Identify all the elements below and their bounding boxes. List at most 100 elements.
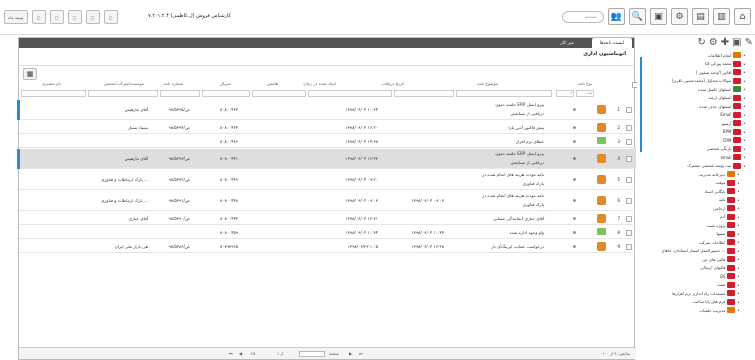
col-created[interactable]: ایجاد شده در زمان [303, 81, 336, 86]
chart-icon[interactable]: ▥ [713, 8, 730, 25]
document-icon[interactable]: ▤ [692, 8, 709, 25]
table-row[interactable]: 2 ⊕ پیش فاکتور آذین پارا ۱۳۹۸/۰۶/۰۴ ۱۶:۲۰ ۸۰… [19, 121, 636, 134]
expand-icon[interactable]: ◂ [737, 274, 739, 278]
sidebar-item[interactable]: بایگانی اسناد ◂ [704, 187, 739, 195]
pager-next-icon[interactable]: ▶ [349, 351, 352, 356]
row-subject[interactable]: درخواست حمایت ایرینگ‌آی باز [491, 244, 544, 249]
sidebar-item[interactable]: پروژه تست ◂ [706, 221, 739, 229]
row-subject[interactable]: عطای نرم افزار [516, 139, 544, 144]
table-row[interactable]: 8 ⊕ واو وجوه اداره شده ۱۳۹۸/۰۶/۰۴ ۱۰:۳۴ ۱۳۹۸… [19, 226, 636, 239]
expand-icon[interactable]: ◂ [737, 206, 739, 210]
row-subject[interactable]: نامه مودت هزینه های انجام شده در [482, 172, 544, 177]
attachment-icon[interactable]: ⊕ [572, 139, 576, 144]
col-customer[interactable]: نام مشتری [42, 81, 61, 86]
created-filter[interactable] [308, 90, 392, 97]
expand-icon[interactable]: ◂ [737, 257, 739, 261]
number-filter[interactable] [160, 90, 200, 97]
row-subject[interactable]: پیش فاکتور آذین پارا [509, 125, 545, 130]
attachment-icon[interactable]: ⊕ [572, 244, 576, 249]
sidebar-item[interactable]: مستندات راه اندازی نرم افزارها ◂ [672, 289, 739, 297]
row-checkbox[interactable] [626, 156, 632, 162]
pager-last-icon[interactable]: ⏭ [359, 351, 363, 356]
sidebar-item[interactable]: تستها ◂ [717, 230, 739, 238]
expand-icon[interactable]: ◂ [743, 96, 745, 100]
expand-icon[interactable]: ◂ [743, 62, 745, 66]
pager-first-icon[interactable]: ⏮ [229, 351, 233, 356]
sidebar-item[interactable]: دبیرخانه مدیریت ◂ [698, 170, 739, 178]
expand-icon[interactable]: ◂ [743, 147, 745, 151]
expand-icon[interactable]: ◂ [737, 181, 739, 185]
context-button[interactable]: بوتينة ماه [4, 10, 28, 24]
pager-size-select[interactable]: ۲۵ [251, 351, 255, 356]
sidebar-item[interactable]: ثبت پوشه شخصی مشترک ◂ [687, 162, 745, 170]
sidebar-item[interactable]: ایمیلهای تکمیل شده ◂ [698, 85, 745, 93]
row-checkbox[interactable] [626, 243, 632, 250]
col-subject[interactable]: موضوع نامه [477, 81, 498, 86]
customer-filter[interactable] [21, 90, 86, 97]
attachment-icon[interactable]: ⊕ [572, 177, 576, 182]
expand-icon[interactable]: ◂ [743, 104, 745, 108]
attachment-icon[interactable]: ⊕ [572, 125, 576, 130]
sidebar-item[interactable]: آرشیو ◂ [722, 119, 745, 127]
row-checkbox[interactable] [626, 215, 632, 222]
expand-icon[interactable]: ◂ [737, 232, 739, 236]
gear-icon[interactable]: ⚙ [671, 8, 688, 25]
expand-icon[interactable]: ◂ [737, 308, 739, 312]
tab-desk[interactable]: میز کار [552, 38, 582, 48]
sidebar-item[interactable]: فرم های پایا ساخت ◂ [693, 298, 739, 306]
sidebar-item[interactable]: BS ◂ [720, 272, 739, 280]
subject-filter[interactable] [456, 90, 552, 97]
row-subject[interactable]: واو وجوه اداره شده [510, 230, 544, 235]
expand-icon[interactable]: ◂ [737, 172, 739, 176]
settings-icon[interactable]: ⚙ [709, 37, 718, 48]
search-icon[interactable]: 🔍 [629, 8, 646, 25]
table-row[interactable]: 5 ⊕ نامه مودت هزینه های انجام شده در پارک ف… [19, 170, 636, 190]
expand-icon[interactable]: ◂ [743, 113, 745, 117]
row-checkbox[interactable] [626, 177, 632, 183]
search-input[interactable]: جستجو [562, 10, 604, 23]
expand-icon[interactable]: ◂ [737, 189, 739, 193]
row-checkbox[interactable] [626, 107, 632, 113]
sidebar-item[interactable]: ارجاعی ◂ [713, 204, 739, 212]
table-row[interactable]: 3 ⊕ عطای نرم افزار ۱۳۹۸/۰۶/۰۴ ۱۴:۳۸ ۸۰۸۰۰۴۳۶ [19, 135, 636, 148]
expand-icon[interactable]: ◂ [737, 283, 739, 287]
expand-icon[interactable]: ◂ [743, 130, 745, 134]
col-company[interactable]: موسسه/شرکت/شخص [104, 81, 144, 86]
sidebar-item[interactable]: BPM ◂ [723, 128, 745, 136]
tab-letters-list[interactable]: لیست نامه‌ها [591, 38, 632, 48]
refresh-icon[interactable]: ↻ [697, 37, 705, 48]
sidebar-item[interactable]: اقاص (/وحید صفوی ) ◂ [696, 68, 745, 76]
sidebar-item[interactable]: email ◂ [720, 153, 745, 161]
row-subject[interactable]: جلسه دمون ERP پیرو ایمیل [495, 102, 544, 107]
company-filter[interactable] [88, 90, 158, 97]
expand-icon[interactable]: ◂ [737, 300, 739, 304]
toolbar-button-4[interactable]: ▢ [85, 10, 100, 24]
sidebar-item[interactable]: سوالات متداول (محمدحسین باقری) ◂ [672, 77, 745, 85]
col-remark[interactable]: هامش [267, 81, 278, 86]
users-icon[interactable]: 👥 [608, 8, 625, 25]
sidebar-item[interactable]: نامه ◂ [719, 196, 739, 204]
expand-icon[interactable]: ◂ [743, 70, 745, 74]
edit-icon[interactable]: ✎ [745, 37, 753, 48]
sidebar-item[interactable]: آدم ◂ [720, 213, 739, 221]
sidebar-item[interactable]: اطلاعات شرکت ◂ [699, 238, 739, 246]
row-subject[interactable]: آقای حیاری (نمایندگی حسابی [493, 216, 544, 221]
attachment-icon[interactable]: ⊕ [572, 107, 576, 112]
toolbar-button-5[interactable]: ▢ [103, 10, 118, 24]
pager-prev-icon[interactable]: ◀ [239, 351, 242, 356]
expand-icon[interactable]: ◂ [743, 164, 745, 168]
attachment-icon[interactable]: ⊕ [572, 156, 576, 161]
row-checkbox[interactable] [626, 124, 632, 131]
image-icon[interactable]: ▣ [650, 8, 667, 25]
row-checkbox[interactable] [626, 138, 632, 145]
expand-icon[interactable]: ◂ [737, 223, 739, 227]
sidebar-item[interactable]: قالبهای ارسالی ◂ [700, 264, 739, 272]
table-row[interactable]: 1 ⊕ جلسه دمون ERP پیرو ایمیل دریافتی از صنا… [17, 100, 636, 120]
folder-icon[interactable]: ▣ [732, 37, 741, 48]
toolbar-button-3[interactable]: ▢ [67, 10, 82, 24]
row-checkbox[interactable] [626, 229, 632, 236]
add-icon[interactable]: ✚ [721, 37, 729, 48]
home-icon[interactable]: ⌂ [734, 8, 751, 25]
sidebar-item[interactable]: بازنگی شخصی ◂ [707, 145, 745, 153]
expand-icon[interactable]: ◂ [743, 155, 745, 159]
